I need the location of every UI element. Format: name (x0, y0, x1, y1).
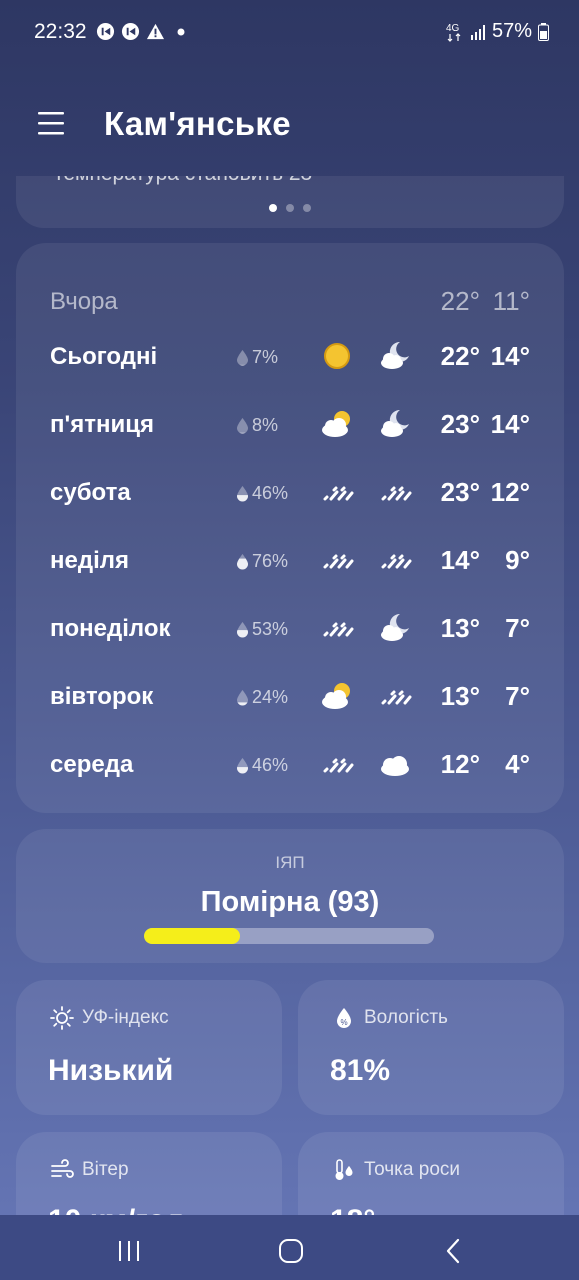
svg-text:%: % (340, 1018, 347, 1027)
page-dot (286, 204, 294, 212)
precip-value: 7% (252, 347, 279, 367)
app-header: Кам'янське (0, 100, 579, 152)
aqi-bar (144, 928, 434, 944)
temp-min: 9° (505, 545, 530, 575)
status-bar: 22:32 4G 57% (0, 0, 579, 64)
precip-value: 8% (252, 415, 279, 435)
precipitation: 53% (236, 619, 288, 640)
humidity-value: 81% (330, 1054, 391, 1087)
signal-icon (470, 24, 485, 40)
precip-value: 46% (252, 483, 289, 503)
precip-value: 76% (252, 551, 289, 571)
forecast-row[interactable]: понеділок 53% 13° 7° (16, 608, 564, 648)
sun-outline-icon (50, 1006, 74, 1030)
page-dot (269, 204, 277, 212)
home-icon[interactable] (277, 1237, 305, 1265)
air-quality-card[interactable]: ІЯП Помірна (93) (16, 829, 564, 963)
status-notification-icons (96, 22, 185, 41)
forecast-row[interactable]: середа 46% 12° 4° (16, 744, 564, 784)
temp-min: 7° (505, 681, 530, 711)
battery-icon (538, 22, 549, 41)
precip-value: 46% (252, 755, 289, 775)
temp-min: 4° (505, 749, 530, 779)
temp-min: 14° (490, 341, 530, 371)
humidity-drop-icon: % (337, 1008, 351, 1028)
status-right: 4G 57% (446, 20, 549, 43)
humidity-label: Вологість (364, 1007, 448, 1028)
status-time: 22:32 (34, 20, 87, 43)
precipitation: 46% (236, 483, 288, 504)
notification-dot-icon (177, 28, 185, 35)
precip-drop-icon (237, 554, 248, 570)
forecast-row[interactable]: неділя 76% 14° 9° (16, 540, 564, 580)
forecast-row[interactable]: субота 46% 23° 12° (16, 472, 564, 512)
wind-icon (51, 1159, 74, 1178)
day-label: неділя (50, 547, 129, 574)
dew-point-value: 18° (330, 1204, 375, 1215)
precip-drop-icon (237, 486, 248, 502)
precipitation: 76% (236, 551, 288, 572)
city-title: Кам'янське (104, 105, 291, 142)
aqi-value: Помірна (93) (200, 886, 380, 918)
summary-card[interactable]: температура становить 23 (16, 176, 564, 228)
battery-percent: 57% (491, 20, 532, 42)
dew-point-label: Точка роси (364, 1159, 460, 1180)
precip-value: 53% (252, 619, 289, 639)
recent-apps-icon[interactable] (115, 1237, 143, 1265)
precipitation: 8% (236, 415, 278, 436)
temp-min: 12° (490, 477, 530, 507)
precipitation: 46% (236, 755, 288, 776)
forecast-row-yesterday: Вчора 22° 11° (16, 281, 564, 321)
page-indicator (16, 204, 564, 212)
day-label: понеділок (50, 615, 171, 642)
precip-drop-icon (237, 418, 248, 434)
daily-forecast-card[interactable]: Вчора 22° 11° Сьогодні 7% 22° 14° п'ятниця 8%… (16, 243, 564, 813)
system-nav-bar (0, 1215, 579, 1280)
precip-value: 24% (252, 687, 289, 707)
humidity-tile[interactable]: % Вологість 81% (298, 980, 564, 1115)
uv-label: УФ-індекс (82, 1007, 169, 1028)
forecast-row[interactable]: Сьогодні 7% 22° 14° (16, 336, 564, 376)
day-label: п'ятниця (50, 411, 154, 438)
svg-text:4G: 4G (446, 23, 460, 34)
uv-index-tile[interactable]: УФ-індекс Низький (16, 980, 282, 1115)
aqi-bar-fill (144, 928, 240, 944)
precip-drop-icon (237, 622, 248, 638)
day-label: Сьогодні (50, 343, 158, 370)
day-label: Вчора (50, 288, 118, 315)
forecast-row[interactable]: вівторок 24% 13° 7° (16, 676, 564, 716)
summary-text: температура становить 23 (54, 176, 312, 186)
warning-icon (146, 23, 165, 40)
dew-point-tile[interactable]: Точка роси 18° (298, 1132, 564, 1215)
wind-value: 10 км/год (48, 1204, 184, 1215)
temp-min: 11° (492, 286, 530, 316)
media-icon (96, 22, 115, 41)
aqi-label: ІЯП (275, 853, 305, 872)
back-icon[interactable] (440, 1237, 468, 1265)
precip-drop-icon (237, 350, 248, 366)
wind-tile[interactable]: Вітер 10 км/год (16, 1132, 282, 1215)
day-label: середа (50, 751, 134, 778)
uv-value: Низький (48, 1054, 174, 1087)
media-icon (121, 22, 140, 41)
precip-drop-icon (237, 758, 248, 774)
precip-drop-icon (237, 690, 248, 706)
day-label: субота (50, 479, 131, 506)
precipitation: 7% (236, 347, 278, 368)
precipitation: 24% (236, 687, 288, 708)
temp-min: 7° (505, 613, 530, 643)
temp-min: 14° (490, 409, 530, 439)
page-dot (303, 204, 311, 212)
forecast-row[interactable]: п'ятниця 8% 23° 14° (16, 404, 564, 444)
menu-icon[interactable] (38, 110, 66, 138)
network-4g-icon: 4G (446, 23, 461, 42)
thermometer-drop-icon (335, 1159, 353, 1180)
wind-label: Вітер (82, 1159, 129, 1180)
day-label: вівторок (50, 683, 154, 710)
